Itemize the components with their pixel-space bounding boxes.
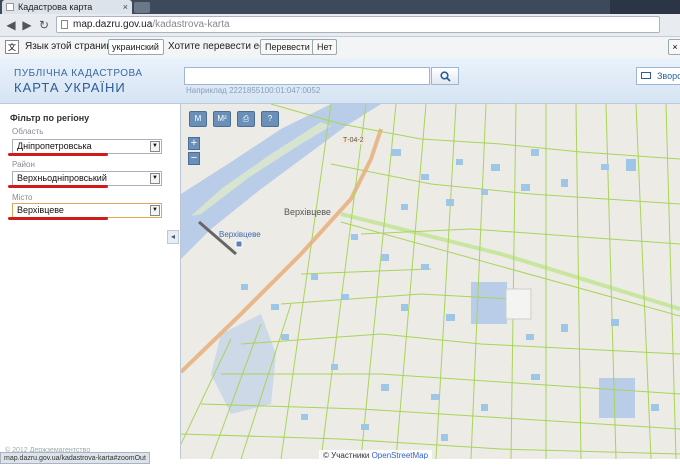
map-attribution: © Участники OpenStreetMap: [319, 450, 433, 459]
page-favicon-icon: [6, 3, 14, 11]
page-info-icon[interactable]: [61, 20, 68, 29]
search-hint: Наприклад 2221855100:01:047:0052: [186, 86, 321, 95]
brand-title-line2: КАРТА УКРАЇНИ: [14, 80, 126, 95]
cadastral-search-input[interactable]: [184, 67, 430, 85]
road-label: Т-04-2: [341, 137, 366, 144]
zoom-out-button[interactable]: −: [188, 152, 200, 165]
place-label-small: Верхівцеве: [219, 230, 261, 239]
translate-icon: 文A: [5, 40, 19, 66]
map-canvas[interactable]: [181, 104, 680, 459]
print-tool[interactable]: ⎙: [237, 111, 255, 127]
cadastral-map[interactable]: M M² ⎙ ? + − Верхівцеве Верхівцеве Т-04-…: [181, 104, 680, 459]
brand-title-line1: ПУБЛІЧНА КАДАСТРОВА: [14, 68, 143, 79]
app-header: ПУБЛІЧНА КАДАСТРОВА КАРТА УКРАЇНИ Наприк…: [0, 58, 680, 104]
browser-tab[interactable]: Кадастрова карта ×: [2, 0, 132, 14]
red-underline-mark: [8, 153, 108, 156]
tab-close-icon[interactable]: ×: [123, 0, 128, 14]
browser-toolbar: ◀ ▶ ↻ map.dazru.gov.ua/kadastrova-karta: [0, 14, 680, 37]
address-url[interactable]: map.dazru.gov.ua/kadastrova-karta: [73, 18, 230, 32]
translate-button[interactable]: Перевести: [260, 39, 315, 55]
measure-distance-tool[interactable]: M: [189, 111, 207, 127]
search-button[interactable]: [431, 67, 459, 85]
forward-arrow-icon[interactable]: ▶: [20, 17, 34, 33]
feedback-button[interactable]: Зворо: [636, 67, 680, 85]
city-select[interactable]: Верхівцеве ▼: [12, 203, 162, 218]
language-select[interactable]: украинский ▾: [108, 39, 164, 67]
chevron-down-icon: ▼: [150, 141, 160, 152]
measure-area-tool[interactable]: M²: [213, 111, 231, 127]
address-bar[interactable]: map.dazru.gov.ua/kadastrova-karta: [56, 16, 660, 33]
translate-question: Хотите перевести ее?: [168, 41, 271, 52]
region-label: Область: [12, 127, 44, 136]
zoom-in-button[interactable]: +: [188, 137, 200, 150]
region-filter-panel: Фільтр по регіону Область Дніпропетровсь…: [0, 104, 181, 459]
collapse-panel-button[interactable]: ◂: [167, 230, 179, 244]
identify-tool[interactable]: ?: [261, 111, 279, 127]
browser-tabbar: Кадастрова карта ×: [0, 0, 680, 14]
district-label: Район: [12, 160, 35, 169]
window-controls[interactable]: [610, 0, 680, 14]
place-label: Верхівцеве: [284, 207, 331, 217]
reload-icon[interactable]: ↻: [37, 17, 51, 33]
chevron-down-icon: ▼: [150, 173, 160, 184]
red-underline-mark: [8, 217, 108, 220]
mail-icon: [641, 72, 651, 79]
filter-title: Фільтр по регіону: [10, 113, 90, 123]
new-tab-button[interactable]: [134, 2, 150, 13]
search-icon: [440, 71, 451, 82]
translate-close-button[interactable]: ×: [668, 39, 680, 55]
back-arrow-icon[interactable]: ◀: [4, 17, 18, 33]
red-underline-mark: [8, 185, 108, 188]
browser-status-bar: map.dazru.gov.ua/kadastrova-karta#zoomOu…: [0, 452, 150, 464]
tab-title: Кадастрова карта: [18, 2, 93, 12]
chevron-down-icon: ▼: [150, 205, 160, 216]
translate-bar: 文A Язык этой страницы: украинский ▾ Хоти…: [0, 37, 680, 67]
city-label: Місто: [12, 193, 33, 202]
openstreetmap-link[interactable]: OpenStreetMap: [372, 451, 428, 459]
region-select[interactable]: Дніпропетровська ▼: [12, 139, 162, 154]
district-select[interactable]: Верхньодніпровський ▼: [12, 171, 162, 186]
no-translate-button[interactable]: Нет: [312, 39, 338, 55]
